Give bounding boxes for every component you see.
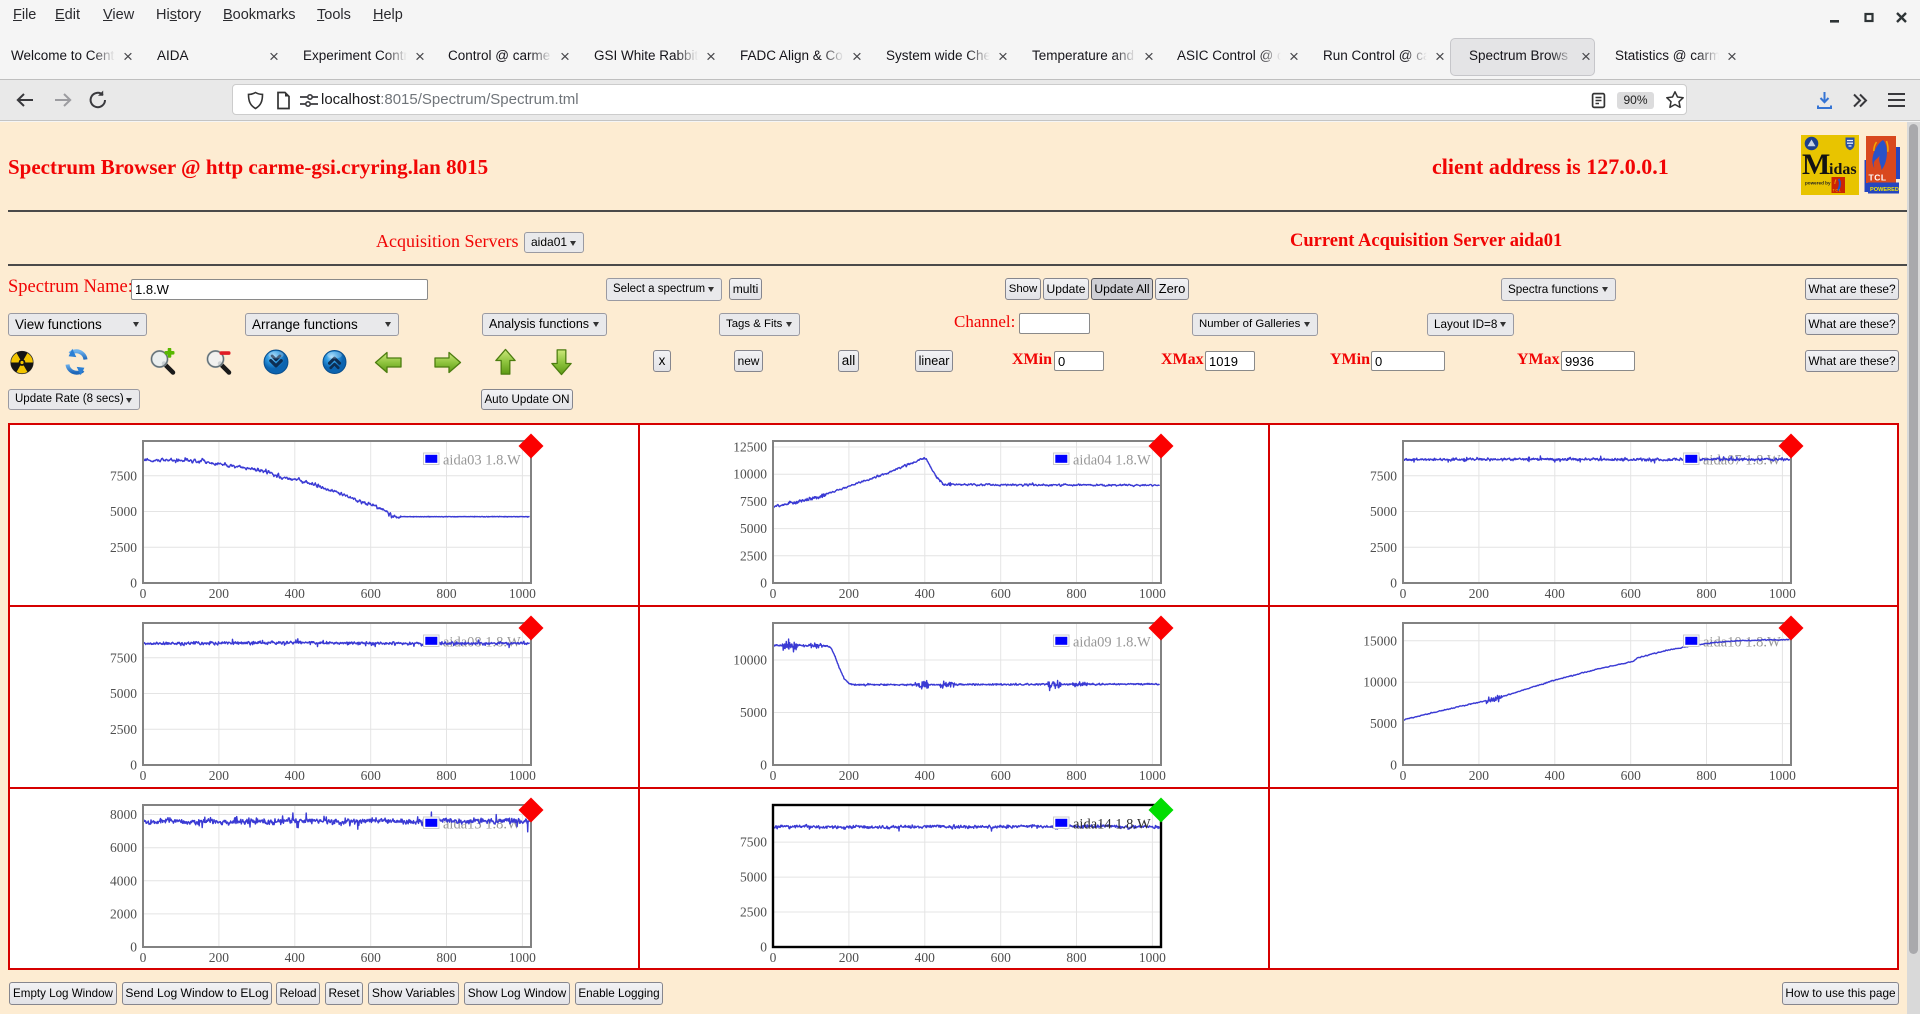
svg-text:800: 800: [1696, 586, 1717, 601]
svg-text:800: 800: [436, 950, 457, 965]
svg-text:2500: 2500: [740, 905, 767, 920]
svg-text:600: 600: [361, 768, 382, 783]
svg-text:7500: 7500: [110, 650, 137, 665]
svg-text:200: 200: [1469, 586, 1490, 601]
svg-text:600: 600: [991, 950, 1012, 965]
svg-text:400: 400: [285, 950, 306, 965]
svg-text:7500: 7500: [1370, 468, 1397, 483]
svg-text:1000: 1000: [1139, 768, 1166, 783]
svg-text:TCL: TCL: [1869, 173, 1887, 183]
svg-text:400: 400: [915, 586, 936, 601]
svg-text:10000: 10000: [1363, 675, 1397, 690]
svg-text:1000: 1000: [1139, 950, 1166, 965]
svg-text:0: 0: [1390, 576, 1397, 591]
svg-text:7500: 7500: [110, 468, 137, 483]
svg-text:2500: 2500: [740, 548, 767, 563]
svg-text:M: M: [1802, 148, 1830, 181]
svg-text:0: 0: [760, 940, 767, 955]
svg-text:aida09 1.8.W: aida09 1.8.W: [1073, 635, 1151, 651]
svg-text:7500: 7500: [740, 494, 767, 509]
svg-text:400: 400: [1545, 768, 1566, 783]
svg-text:2000: 2000: [110, 906, 137, 921]
svg-text:aida04 1.8.W: aida04 1.8.W: [1073, 453, 1151, 469]
svg-text:6000: 6000: [110, 840, 137, 855]
svg-text:200: 200: [209, 586, 230, 601]
svg-text:T C L: T C L: [1833, 189, 1841, 193]
svg-text:400: 400: [915, 768, 936, 783]
svg-text:0: 0: [1400, 586, 1407, 601]
svg-text:0: 0: [760, 576, 767, 591]
svg-text:0: 0: [770, 586, 777, 601]
svg-text:idas: idas: [1829, 161, 1857, 178]
svg-text:5000: 5000: [110, 504, 137, 519]
svg-text:200: 200: [839, 768, 860, 783]
svg-text:0: 0: [140, 586, 147, 601]
svg-text:5000: 5000: [110, 686, 137, 701]
svg-text:2500: 2500: [110, 540, 137, 555]
svg-text:5000: 5000: [1370, 716, 1397, 731]
svg-text:400: 400: [1545, 586, 1566, 601]
svg-text:1000: 1000: [509, 586, 536, 601]
svg-text:5000: 5000: [1370, 504, 1397, 519]
svg-text:5000: 5000: [740, 870, 767, 885]
svg-text:10000: 10000: [733, 467, 767, 482]
svg-text:400: 400: [285, 768, 306, 783]
svg-text:1000: 1000: [1769, 768, 1796, 783]
svg-text:0: 0: [140, 768, 147, 783]
svg-text:600: 600: [991, 586, 1012, 601]
svg-text:200: 200: [839, 950, 860, 965]
svg-text:0: 0: [1390, 758, 1397, 773]
svg-text:0: 0: [130, 940, 137, 955]
svg-text:200: 200: [839, 586, 860, 601]
svg-text:0: 0: [130, 576, 137, 591]
svg-text:600: 600: [361, 586, 382, 601]
svg-text:10000: 10000: [733, 653, 767, 668]
svg-text:800: 800: [1066, 586, 1087, 601]
svg-text:aida03 1.8.W: aida03 1.8.W: [443, 453, 521, 469]
svg-text:800: 800: [436, 586, 457, 601]
svg-text:0: 0: [770, 768, 777, 783]
svg-text:600: 600: [1621, 586, 1642, 601]
svg-text:1000: 1000: [509, 768, 536, 783]
svg-text:200: 200: [209, 768, 230, 783]
svg-text:15000: 15000: [1363, 633, 1397, 648]
svg-text:200: 200: [209, 950, 230, 965]
svg-text:800: 800: [1696, 768, 1717, 783]
svg-text:800: 800: [1066, 768, 1087, 783]
svg-text:1000: 1000: [1769, 586, 1796, 601]
svg-text:1000: 1000: [1139, 586, 1166, 601]
svg-text:0: 0: [140, 950, 147, 965]
svg-text:800: 800: [1066, 950, 1087, 965]
svg-text:5000: 5000: [740, 705, 767, 720]
svg-text:600: 600: [1621, 768, 1642, 783]
svg-text:0: 0: [770, 950, 777, 965]
svg-text:4000: 4000: [110, 873, 137, 888]
svg-text:800: 800: [436, 768, 457, 783]
svg-text:2500: 2500: [1370, 540, 1397, 555]
svg-text:7500: 7500: [740, 835, 767, 850]
svg-text:600: 600: [991, 768, 1012, 783]
svg-text:1000: 1000: [509, 950, 536, 965]
svg-text:2500: 2500: [110, 722, 137, 737]
svg-text:POWERED: POWERED: [1870, 187, 1899, 193]
svg-text:12500: 12500: [733, 440, 767, 455]
svg-text:0: 0: [760, 758, 767, 773]
svg-text:powered by: powered by: [1805, 181, 1831, 186]
svg-text:400: 400: [285, 586, 306, 601]
svg-text:0: 0: [130, 758, 137, 773]
svg-text:400: 400: [915, 950, 936, 965]
svg-text:5000: 5000: [740, 521, 767, 536]
svg-text:600: 600: [361, 950, 382, 965]
svg-text:8000: 8000: [110, 807, 137, 822]
svg-text:aida14 1.8.W: aida14 1.8.W: [1073, 817, 1151, 833]
svg-text:0: 0: [1400, 768, 1407, 783]
svg-text:200: 200: [1469, 768, 1490, 783]
